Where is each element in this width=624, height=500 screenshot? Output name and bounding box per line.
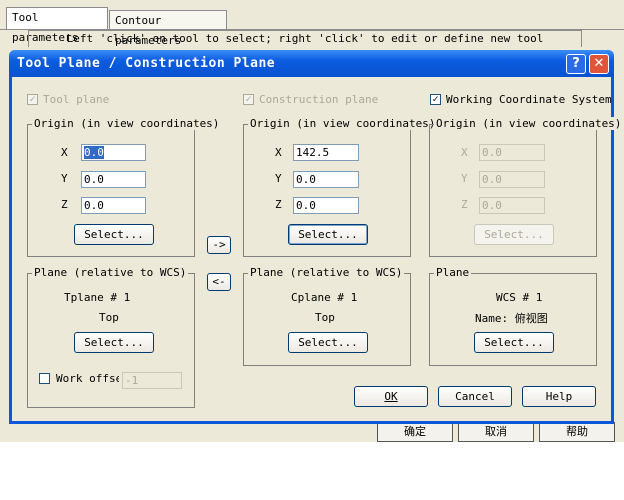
dialog-title: Tool Plane / Construction Plane xyxy=(17,56,276,71)
wcs-x-label: X xyxy=(461,146,468,159)
tool-plane-select-button[interactable]: Select... xyxy=(74,332,154,353)
tool-plane-checkbox[interactable]: ✓ xyxy=(27,94,38,105)
construction-y-field[interactable]: 0.0 xyxy=(293,171,359,188)
tool-origin-select-button[interactable]: Select... xyxy=(74,224,154,245)
tool-plane-name: Tplane # 1 xyxy=(64,291,131,304)
tool-plane-dialog: Tool Plane / Construction Plane ? ✕ ✓ To… xyxy=(9,50,624,424)
bg-help-button[interactable]: 帮助 xyxy=(539,422,615,442)
bg-cancel-button[interactable]: 取消 xyxy=(458,422,534,442)
tool-y-field[interactable]: 0.0 xyxy=(81,171,146,188)
construction-plane-checkbox[interactable]: ✓ xyxy=(243,94,254,105)
tool-plane-view: Top xyxy=(99,311,119,324)
tool-plane-legend: Plane (relative to WCS) xyxy=(32,266,189,279)
wcs-plane-name: WCS # 1 xyxy=(496,291,543,304)
wcs-origin-select-button[interactable]: Select... xyxy=(474,224,554,245)
construction-x-field[interactable]: 142.5 xyxy=(293,144,359,161)
construction-y-label: Y xyxy=(275,172,282,185)
construction-plane-name: Cplane # 1 xyxy=(291,291,358,304)
wcs-label: Working Coordinate System xyxy=(446,93,612,106)
wcs-y-field[interactable]: 0.0 xyxy=(479,171,545,188)
tool-z-field[interactable]: 0.0 xyxy=(81,197,146,214)
construction-plane-select-button[interactable]: Select... xyxy=(288,332,368,353)
tab-tool-parameters[interactable]: Tool parameters xyxy=(6,7,108,44)
wcs-x-field[interactable]: 0.0 xyxy=(479,144,545,161)
construction-origin-select-button[interactable]: Select... xyxy=(288,224,368,245)
construction-plane-legend: Plane (relative to WCS) xyxy=(248,266,405,279)
work-offset-field[interactable]: -1 xyxy=(122,372,182,389)
construction-z-label: Z xyxy=(275,198,282,211)
construction-x-label: X xyxy=(275,146,282,159)
work-offset-label: Work offset xyxy=(56,372,119,385)
copy-left-arrow-button[interactable]: <- xyxy=(207,273,231,291)
wcs-plane-view: Name: 俯视图 xyxy=(475,312,548,325)
work-offset-checkbox[interactable] xyxy=(39,373,50,384)
wcs-origin-legend: Origin (in view coordinates) xyxy=(434,117,624,130)
wcs-plane-legend: Plane xyxy=(434,266,472,279)
help-button[interactable]: Help xyxy=(522,386,596,407)
ok-button[interactable]: OK xyxy=(354,386,428,407)
construction-origin-legend: Origin (in view coordinates) xyxy=(248,117,438,130)
tool-plane-label: Tool plane xyxy=(43,93,110,106)
wcs-z-label: Z xyxy=(461,198,468,211)
dialog-client: ✓ Tool plane Origin (in view coordinates… xyxy=(12,77,624,421)
wcs-y-label: Y xyxy=(461,172,468,185)
wcs-checkbox[interactable]: ✓ xyxy=(430,94,441,105)
close-icon[interactable]: ✕ xyxy=(589,54,609,74)
help-icon[interactable]: ? xyxy=(566,54,586,74)
tab-contour-parameters[interactable]: Contour parameters xyxy=(109,10,227,47)
tool-x-field[interactable]: 0.0 xyxy=(81,144,146,161)
bg-ok-button[interactable]: 确定 xyxy=(377,422,453,442)
copy-right-arrow-button[interactable]: -> xyxy=(207,236,231,254)
cancel-button[interactable]: Cancel xyxy=(438,386,512,407)
tool-origin-legend: Origin (in view coordinates) xyxy=(32,117,222,130)
tool-hint-text: Left 'click' on tool to select; right 'c… xyxy=(28,30,582,47)
wcs-plane-select-button[interactable]: Select... xyxy=(474,332,554,353)
construction-plane-view: Top xyxy=(315,311,335,324)
tool-z-label: Z xyxy=(61,198,68,211)
wcs-z-field[interactable]: 0.0 xyxy=(479,197,545,214)
tool-y-label: Y xyxy=(61,172,68,185)
construction-z-field[interactable]: 0.0 xyxy=(293,197,359,214)
tool-x-label: X xyxy=(61,146,68,159)
construction-plane-label: Construction plane xyxy=(259,93,379,106)
dialog-titlebar[interactable]: Tool Plane / Construction Plane ? ✕ xyxy=(9,50,614,77)
